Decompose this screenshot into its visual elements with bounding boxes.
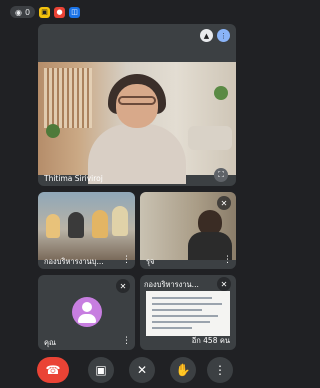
status-bar: ◉ 0 ▣ ● ◫ [0,0,257,22]
person [46,214,60,238]
person [92,210,108,238]
pin-icon[interactable]: ▲ [200,29,213,42]
camera-off-icon: ▣ [95,363,107,377]
main-speaker-tile[interactable]: ▲ ⋮ Thitima Siriviroj ⛶ [38,24,236,186]
more-vert-icon[interactable]: ⋮ [223,256,232,265]
participant-name: กองบริหารงาน... [144,280,199,289]
chat-icon[interactable]: ▣ [39,6,51,18]
speaker-glasses [118,96,156,105]
more-vert-icon[interactable]: ⋮ [122,337,131,346]
viewer-count: 0 [24,7,31,17]
plant [46,124,60,138]
end-call-button[interactable]: ☎ [37,357,69,383]
viewer-indicator[interactable]: ◉ 0 [10,6,36,18]
participant-video [38,192,135,260]
mic-toggle-button[interactable]: ✕ [129,357,155,383]
avatar [72,297,102,327]
fullscreen-icon[interactable]: ⛶ [214,168,228,182]
participant-tile[interactable]: กองบริหารงาน... ✕ อีก 458 คน [140,275,236,350]
window-blinds [44,68,92,128]
end-call-icon: ☎ [45,363,61,377]
eye-icon: ◉ [15,7,22,17]
more-participants-label[interactable]: อีก 458 คน [192,335,230,347]
camera-toggle-button[interactable]: ▣ [88,357,114,383]
raise-hand-button[interactable]: ✋ [170,357,196,383]
mic-off-icon: ✕ [136,363,148,377]
record-icon[interactable]: ● [54,6,66,18]
tile-actions: ▲ ⋮ [200,29,230,42]
participant-tile[interactable]: ✕ คุณ ⋮ [38,275,135,350]
mic-off-icon: ✕ [116,279,130,293]
more-vert-icon: ⋮ [214,363,226,377]
mic-off-icon: ✕ [217,196,231,210]
participant-tile[interactable]: กองบริหารงานบุ... ⋮ [38,192,135,269]
speaker-video [38,62,236,184]
raise-hand-icon: ✋ [175,363,191,377]
more-vert-icon[interactable]: ⋮ [122,256,131,265]
participant-name: Thitima Siriviroj [44,174,103,183]
person [112,206,128,236]
shared-document [146,291,230,336]
call-controls: ☎ ▣ ✕ ✋ ⋮ [0,355,257,388]
speaking-icon: ⋮ [217,29,230,42]
speaker-face [116,84,158,128]
participant-name: รุจ [146,257,155,266]
screen-icon[interactable]: ◫ [69,6,81,18]
person [68,212,84,238]
status-indicators: ◉ 0 ▣ ● ◫ [10,6,81,18]
mic-off-icon: ✕ [217,277,231,291]
participant-name: กองบริหารงานบุ... [44,257,104,266]
participant-name: คุณ [44,338,56,347]
sofa [188,126,232,150]
plant [214,86,228,100]
participant-tile[interactable]: ✕ รุจ ⋮ [140,192,236,269]
more-options-button[interactable]: ⋮ [207,357,233,383]
